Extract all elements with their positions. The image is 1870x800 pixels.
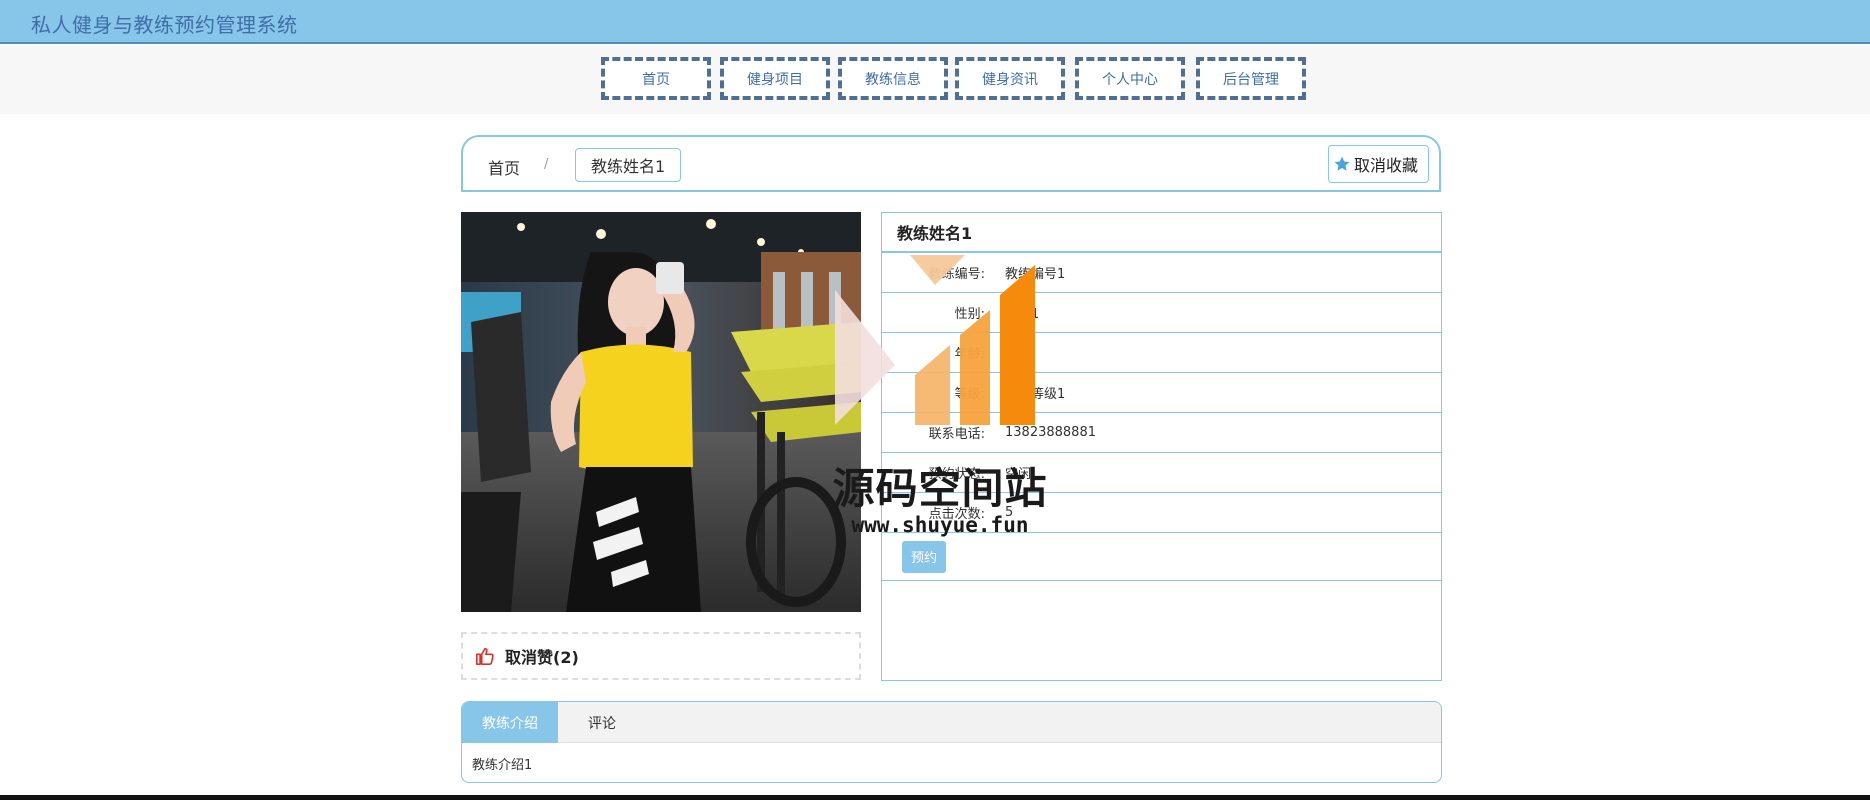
detail-label: 教练编号:: [928, 267, 985, 282]
bottom-edge: [0, 795, 1870, 800]
detail-label: 年龄:: [954, 347, 985, 362]
detail-label: 性别:: [954, 307, 985, 322]
nav-item-personal-center[interactable]: 个人中心: [1075, 57, 1185, 100]
tab-content: 教练介绍1: [472, 758, 533, 773]
coach-detail-panel: 教练姓名1 教练编号: 教练编号1 性别: 性别1 年龄: 等级: 教练等级1 …: [881, 212, 1442, 681]
detail-label: 联系电话:: [928, 427, 985, 442]
detail-label: 等级:: [954, 387, 985, 402]
detail-value: 教练编号1: [1005, 267, 1066, 282]
detail-label: 预约状态:: [928, 467, 985, 482]
detail-row-coach-id: 教练编号: 教练编号1: [882, 253, 1441, 293]
unfavorite-button[interactable]: 取消收藏: [1327, 145, 1429, 183]
booking-action-row: 预约: [882, 533, 1441, 581]
detail-row-phone: 联系电话: 13823888881: [882, 413, 1441, 453]
detail-value: 性别1: [1005, 307, 1040, 322]
detail-value: 空闲: [1005, 467, 1032, 482]
detail-row-age: 年龄:: [882, 333, 1441, 373]
nav-item-fitness-projects[interactable]: 健身项目: [720, 57, 830, 100]
breadcrumb-home-link[interactable]: 首页: [488, 155, 520, 179]
detail-label: 点击次数:: [928, 507, 985, 522]
detail-row-booking-status: 预约状态: 空闲: [882, 453, 1441, 493]
unlike-label: 取消赞(2): [505, 648, 579, 667]
tab-comments[interactable]: 评论: [558, 702, 646, 743]
tab-bar: 教练介绍 评论: [462, 702, 1441, 743]
detail-row-gender: 性别: 性别1: [882, 293, 1441, 333]
main-nav: 首页 健身项目 教练信息 健身资讯 个人中心 后台管理: [0, 46, 1870, 114]
detail-row-level: 等级: 教练等级1: [882, 373, 1441, 413]
detail-value: 5: [1005, 505, 1014, 520]
breadcrumb: 首页 / 教练姓名1 取消收藏: [461, 135, 1441, 192]
detail-value: 13823888881: [1005, 425, 1096, 440]
top-header: 私人健身与教练预约管理系统: [0, 0, 1870, 44]
coach-name-title: 教练姓名1: [882, 213, 1441, 253]
breadcrumb-separator: /: [544, 157, 549, 172]
thumbs-up-icon: [476, 647, 494, 665]
nav-item-admin[interactable]: 后台管理: [1196, 57, 1306, 100]
star-icon: [1334, 156, 1350, 171]
unfavorite-label: 取消收藏: [1353, 156, 1418, 175]
nav-item-home[interactable]: 首页: [601, 57, 711, 100]
breadcrumb-current: 教练姓名1: [575, 148, 682, 182]
nav-item-fitness-news[interactable]: 健身资讯: [955, 57, 1065, 100]
book-button[interactable]: 预约: [902, 540, 947, 573]
site-title: 私人健身与教练预约管理系统: [31, 13, 298, 37]
unlike-button[interactable]: 取消赞(2): [461, 632, 861, 680]
coach-photo: [461, 212, 861, 612]
tab-coach-intro[interactable]: 教练介绍: [462, 702, 558, 743]
detail-row-click-count: 点击次数: 5: [882, 493, 1441, 533]
coach-tabs: 教练介绍 评论 教练介绍1: [461, 701, 1442, 783]
detail-value: 教练等级1: [1005, 387, 1066, 402]
nav-item-coach-info[interactable]: 教练信息: [838, 57, 948, 100]
